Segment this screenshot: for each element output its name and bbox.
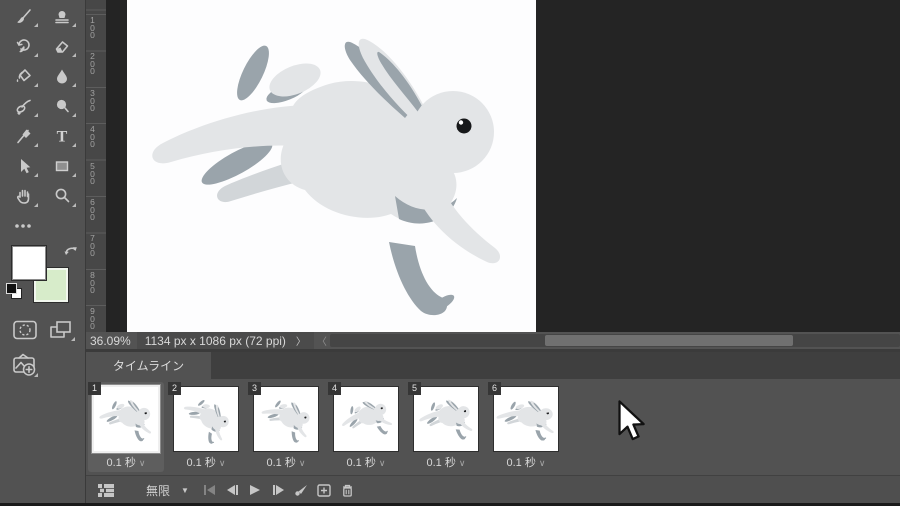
duration-chevron-icon[interactable]: ∨	[219, 458, 226, 468]
frame-thumbnail[interactable]	[173, 386, 239, 452]
document-info[interactable]: 1134 px x 1086 px (72 ppi) 〉	[136, 332, 314, 349]
document-viewport	[106, 0, 900, 332]
canvas[interactable]	[127, 0, 536, 332]
ruler-label: 500	[90, 161, 95, 186]
default-colors-icon[interactable]	[6, 283, 22, 299]
duration-chevron-icon[interactable]: ∨	[299, 458, 306, 468]
foreground-color-swatch[interactable]	[11, 245, 47, 281]
screen-mode-button[interactable]	[44, 317, 77, 343]
timeline-panel: タイムライン 1 0.1 秒 ∨ 2 0.1 秒 ∨ 3 0.1 秒 ∨ 4 0…	[86, 352, 900, 504]
frames-strip: 1 0.1 秒 ∨ 2 0.1 秒 ∨ 3 0.1 秒 ∨ 4 0.1 秒 ∨ …	[86, 379, 900, 475]
clone-stamp-tool-icon[interactable]	[45, 3, 78, 29]
type-tool-icon[interactable]: T	[45, 123, 78, 149]
brush-tool-icon[interactable]	[7, 3, 40, 29]
document-info-text: 1134 px x 1086 px (72 ppi)	[144, 333, 286, 348]
mouse-cursor	[618, 400, 648, 449]
frame-3[interactable]: 3 0.1 秒 ∨	[248, 382, 324, 472]
duration-chevron-icon[interactable]: ∨	[539, 458, 546, 468]
loop-caret-icon[interactable]: ▼	[181, 479, 189, 501]
frame-number: 6	[488, 382, 501, 395]
tween-button[interactable]	[293, 479, 309, 501]
dodge-tool-icon[interactable]	[45, 93, 78, 119]
paint-bucket-tool-icon[interactable]	[7, 63, 40, 89]
eraser-tool-icon[interactable]	[45, 33, 78, 59]
vertical-ruler[interactable]: 100 200 300 400 500 600 700 800 900	[86, 0, 107, 332]
play-button[interactable]	[247, 479, 263, 501]
add-photo-button[interactable]	[8, 353, 40, 379]
ruler-label: 800	[90, 270, 95, 295]
horizontal-scrollbar[interactable]	[330, 334, 900, 347]
rectangle-tool-icon[interactable]	[45, 153, 78, 179]
scrollbar-thumb[interactable]	[545, 335, 793, 346]
history-brush-tool-icon[interactable]	[7, 33, 40, 59]
ruler-label: 700	[90, 233, 95, 258]
ruler-label: 200	[90, 51, 95, 76]
doc-info-expand-icon[interactable]: 〉	[296, 333, 306, 348]
loop-selector[interactable]: 無限	[146, 479, 170, 501]
ruler-label: 300	[90, 88, 95, 113]
duration-chevron-icon[interactable]: ∨	[459, 458, 466, 468]
frame-5[interactable]: 5 0.1 秒 ∨	[408, 382, 484, 472]
blur-tool-icon[interactable]	[45, 63, 78, 89]
delete-frame-button[interactable]	[339, 479, 355, 501]
zoom-tool-icon[interactable]	[45, 183, 78, 209]
ruler-label: 100	[90, 15, 95, 40]
frame-number: 3	[248, 382, 261, 395]
ruler-label: 400	[90, 124, 95, 149]
first-frame-button[interactable]	[201, 479, 217, 501]
frame-thumbnail[interactable]	[333, 386, 399, 452]
smudge-tool-icon[interactable]	[7, 93, 40, 119]
frame-1[interactable]: 1 0.1 秒 ∨	[88, 382, 164, 472]
frame-2[interactable]: 2 0.1 秒 ∨	[168, 382, 244, 472]
frame-thumbnail[interactable]	[493, 386, 559, 452]
frame-duration[interactable]: 0.1 秒 ∨	[408, 454, 484, 470]
ruler-label: 600	[90, 197, 95, 222]
timeline-tabbar: タイムライン	[86, 352, 900, 379]
frame-number: 2	[168, 382, 181, 395]
frame-number: 4	[328, 382, 341, 395]
path-selection-tool-icon[interactable]	[7, 153, 40, 179]
duration-chevron-icon[interactable]: ∨	[139, 458, 146, 468]
frame-duration[interactable]: 0.1 秒 ∨	[168, 454, 244, 470]
quick-mask-button[interactable]	[8, 317, 41, 343]
ruler-label: 900	[90, 306, 95, 331]
scroll-left-icon[interactable]: 〈	[314, 333, 330, 348]
frame-number: 1	[88, 382, 101, 395]
frame-thumbnail[interactable]	[92, 385, 160, 453]
previous-frame-button[interactable]	[224, 479, 240, 501]
status-bar: 36.09% 1134 px x 1086 px (72 ppi) 〉 〈	[86, 332, 900, 349]
hand-tool-icon[interactable]	[7, 183, 40, 209]
duration-chevron-icon[interactable]: ∨	[379, 458, 386, 468]
frame-number: 5	[408, 382, 421, 395]
svg-text:T: T	[56, 129, 67, 146]
frame-duration[interactable]: 0.1 秒 ∨	[88, 454, 164, 470]
swap-colors-icon[interactable]	[63, 243, 79, 262]
pen-tool-icon[interactable]	[7, 123, 40, 149]
tab-timeline[interactable]: タイムライン	[86, 352, 211, 379]
frame-thumbnail[interactable]	[253, 386, 319, 452]
tool-panel: T	[0, 0, 86, 506]
new-frame-button[interactable]	[316, 479, 332, 501]
frame-thumbnail[interactable]	[413, 386, 479, 452]
frame-duration[interactable]: 0.1 秒 ∨	[328, 454, 404, 470]
edit-toolbar-ellipsis-icon[interactable]	[7, 213, 40, 239]
zoom-level-field[interactable]: 36.09%	[86, 334, 137, 348]
frame-6[interactable]: 6 0.1 秒 ∨	[488, 382, 564, 472]
color-swatches	[0, 243, 85, 307]
rabbit-artwork	[152, 38, 501, 316]
convert-to-video-timeline-button[interactable]	[95, 479, 117, 501]
next-frame-button[interactable]	[270, 479, 286, 501]
frame-4[interactable]: 4 0.1 秒 ∨	[328, 382, 404, 472]
frame-duration[interactable]: 0.1 秒 ∨	[248, 454, 324, 470]
timeline-controls: 無限 ▼	[86, 475, 900, 504]
frame-duration[interactable]: 0.1 秒 ∨	[488, 454, 564, 470]
